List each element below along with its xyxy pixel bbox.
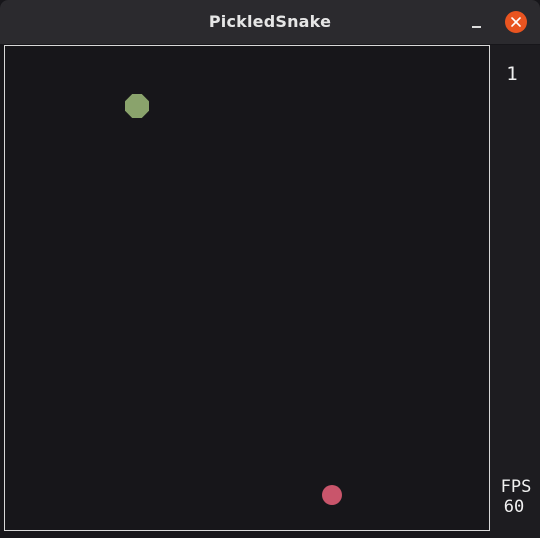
titlebar[interactable]: PickledSnake (0, 0, 540, 44)
snake-head (322, 485, 342, 505)
game-board[interactable] (4, 45, 490, 531)
hud-panel: 1 FPS 60 (490, 45, 540, 538)
minimize-button[interactable] (466, 11, 488, 33)
fps-label: FPS (500, 477, 532, 497)
window-title: PickledSnake (208, 12, 332, 31)
score-counter: 1 (506, 63, 518, 85)
game-window: PickledSnake 1 FPS 60 (0, 0, 540, 538)
food-item (125, 94, 149, 118)
close-icon (511, 17, 521, 27)
fps-value: 60 (503, 497, 525, 517)
close-button[interactable] (505, 11, 527, 33)
minimize-icon (472, 26, 481, 28)
